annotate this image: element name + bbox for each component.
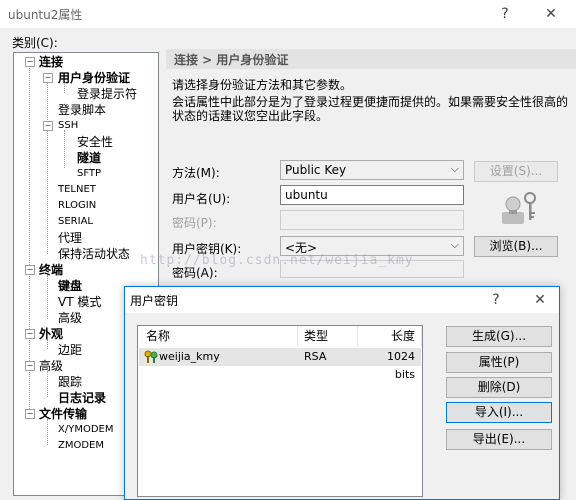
key-name-cell: weijia_kmy	[159, 350, 220, 363]
tree-item-vt-mode[interactable]: VT 模式	[58, 295, 101, 309]
tree-item-file-transfer[interactable]: 文件传输	[39, 407, 87, 421]
category-label: 类别(C):	[12, 36, 58, 50]
key-type-cell: RSA	[304, 350, 327, 363]
dialog-title-bar: 用户密钥 ? ✕	[125, 287, 559, 313]
import-button[interactable]: 导入(I)...	[446, 402, 552, 423]
password-field[interactable]	[280, 210, 464, 230]
key-list[interactable]: 名称 类型 长度 weijia_kmy RSA 1024 bits	[137, 325, 423, 497]
column-header-type[interactable]: 类型	[298, 326, 358, 346]
tree-item-serial[interactable]: SERIAL	[58, 215, 93, 229]
tree-item-login-prompt[interactable]: 登录提示符	[77, 87, 137, 101]
tree-item-trace[interactable]: 跟踪	[58, 375, 82, 389]
description-line-1: 请选择身份验证方法和其它参数。	[172, 78, 353, 92]
help-icon[interactable]: ?	[490, 4, 520, 24]
user-key-icon	[502, 192, 536, 224]
tree-item-advanced[interactable]: 高级	[58, 311, 82, 325]
tree-item-keyboard[interactable]: 键盘	[58, 279, 82, 293]
tree-item-security[interactable]: 安全性	[77, 135, 113, 149]
password-label: 密码(P):	[172, 216, 217, 230]
close-icon[interactable]: ✕	[525, 290, 555, 310]
method-select[interactable]: Public Key ⌵	[280, 160, 464, 180]
tree-item-sftp[interactable]: SFTP	[77, 167, 101, 181]
collapse-toggle-icon[interactable]: −	[43, 121, 53, 131]
tree-guide-line	[47, 371, 48, 397]
description-line-2: 会话属性中此部分是为了登录过程更便捷而提供的。如果需要安全性很高的状态的话建议您…	[172, 95, 569, 123]
method-label: 方法(M):	[172, 166, 220, 180]
tree-guide-line	[47, 419, 48, 445]
chevron-down-icon: ⌵	[450, 162, 459, 175]
browse-button[interactable]: 浏览(B)...	[474, 236, 558, 257]
collapse-toggle-icon[interactable]: −	[25, 361, 35, 371]
watermark: http://blog.csdn.net/weijia_kmy	[140, 253, 414, 268]
username-field[interactable]: ubuntu	[280, 185, 464, 205]
tree-item-appearance[interactable]: 外观	[39, 327, 63, 341]
window-title: ubuntu2属性	[8, 8, 83, 22]
tree-item-xymodem[interactable]: X/YMODEM	[58, 423, 113, 437]
tree-item-proxy[interactable]: 代理	[58, 231, 82, 245]
tree-item-zmodem[interactable]: ZMODEM	[58, 439, 104, 453]
username-label: 用户名(U):	[172, 192, 231, 206]
chevron-down-icon: ⌵	[450, 238, 459, 251]
tree-item-telnet[interactable]: TELNET	[58, 183, 96, 197]
user-key-dialog: 用户密钥 ? ✕ 名称 类型 长度 weijia_kmy RSA 1024 bi…	[124, 286, 560, 500]
tree-guide-line	[47, 275, 48, 319]
tree-item-user-auth[interactable]: 用户身份验证	[58, 71, 130, 85]
tree-item-connection[interactable]: 连接	[39, 55, 63, 69]
section-header: 连接 > 用户身份验证	[166, 49, 576, 69]
help-icon[interactable]: ?	[481, 290, 511, 310]
tree-guide-line	[64, 130, 65, 168]
dialog-title: 用户密钥	[130, 294, 179, 308]
tree-item-advanced2[interactable]: 高级	[39, 359, 63, 373]
breadcrumb: 连接 > 用户身份验证	[174, 53, 289, 67]
tree-item-login-script[interactable]: 登录脚本	[58, 103, 106, 117]
column-header-name[interactable]: 名称	[138, 326, 298, 346]
tree-item-tunnel[interactable]: 隧道	[77, 151, 101, 165]
collapse-toggle-icon[interactable]: −	[25, 265, 35, 275]
settings-button[interactable]: 设置(S)...	[474, 161, 558, 182]
collapse-toggle-icon[interactable]: −	[25, 57, 35, 67]
close-icon[interactable]: ✕	[536, 4, 566, 24]
generate-button[interactable]: 生成(G)...	[446, 326, 552, 347]
tree-item-terminal[interactable]: 终端	[39, 263, 63, 277]
column-header-length[interactable]: 长度	[358, 326, 422, 346]
tree-item-log[interactable]: 日志记录	[58, 391, 106, 405]
tree-item-keepalive[interactable]: 保持活动状态	[58, 247, 130, 261]
export-button[interactable]: 导出(E)...	[446, 429, 552, 450]
tree-item-ssh[interactable]: SSH	[58, 119, 78, 133]
title-bar: ubuntu2属性 ? ✕	[0, 0, 576, 28]
username-value: ubuntu	[285, 188, 328, 202]
key-length-cell: 1024 bits	[387, 350, 415, 381]
key-pair-icon	[144, 350, 158, 363]
delete-button[interactable]: 删除(D)	[446, 377, 552, 398]
tree-item-rlogin[interactable]: RLOGIN	[58, 199, 96, 213]
collapse-toggle-icon[interactable]: −	[25, 409, 35, 419]
tree-item-margin[interactable]: 边距	[58, 343, 82, 357]
collapse-toggle-icon[interactable]: −	[43, 73, 53, 83]
method-value: Public Key	[285, 163, 347, 177]
table-row[interactable]: weijia_kmy RSA 1024 bits	[139, 348, 421, 381]
collapse-toggle-icon[interactable]: −	[25, 329, 35, 339]
properties-button[interactable]: 属性(P)	[446, 352, 552, 373]
tree-guide-line	[47, 81, 48, 254]
